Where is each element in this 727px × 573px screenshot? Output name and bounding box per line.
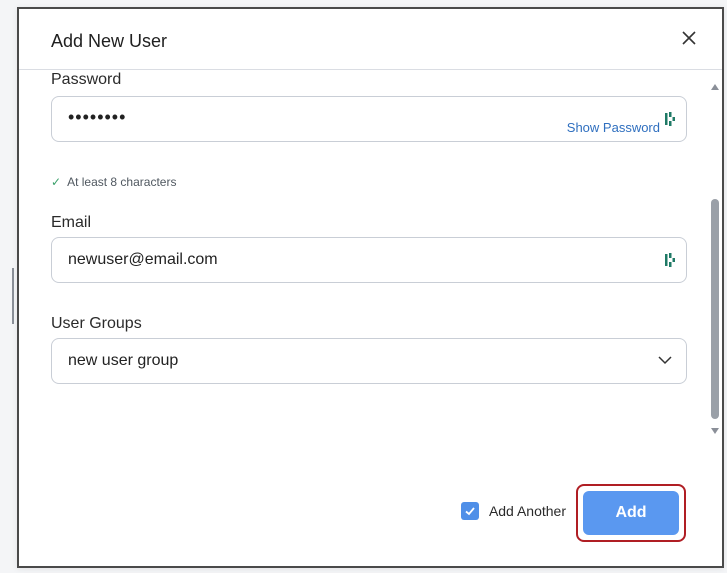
scroll-down-icon[interactable] [711, 427, 719, 435]
email-field[interactable]: newuser@email.com [51, 237, 687, 283]
add-user-dialog: Add New User Password •••••••• Show Pass… [17, 7, 724, 568]
panel-resize-handle[interactable] [0, 268, 14, 324]
add-another-option[interactable]: Add Another [460, 502, 566, 520]
password-field[interactable]: •••••••• Show Password [51, 96, 687, 142]
add-another-label: Add Another [488, 503, 566, 519]
password-hint-text: At least 8 characters [67, 175, 177, 189]
password-value: •••••••• [68, 107, 127, 127]
email-label: Email [51, 214, 92, 231]
email-value: newuser@email.com [68, 251, 218, 268]
user-groups-select[interactable]: new user group [51, 338, 687, 384]
add-another-checkbox[interactable] [460, 502, 479, 520]
chevron-down-icon [658, 356, 672, 365]
check-icon [465, 507, 475, 516]
user-groups-value: new user group [68, 352, 179, 369]
scrollbar-thumb[interactable] [711, 199, 719, 419]
user-groups-label: User Groups [51, 315, 142, 332]
password-label: Password [51, 71, 122, 88]
dialog-title: Add New User [51, 31, 168, 51]
add-button-highlight: Add [576, 484, 686, 542]
check-icon: ✓ [51, 175, 62, 189]
password-manager-icon[interactable] [664, 111, 678, 127]
password-requirement: ✓ At least 8 characters [51, 175, 176, 189]
scroll-up-icon[interactable] [711, 83, 719, 91]
close-button[interactable] [678, 27, 700, 49]
add-button[interactable]: Add [583, 491, 679, 535]
dialog-header: Add New User [19, 9, 722, 70]
close-icon [682, 31, 696, 45]
password-manager-icon[interactable] [664, 252, 678, 268]
show-password-link[interactable]: Show Password [567, 120, 660, 135]
scrollbar[interactable] [708, 69, 722, 449]
